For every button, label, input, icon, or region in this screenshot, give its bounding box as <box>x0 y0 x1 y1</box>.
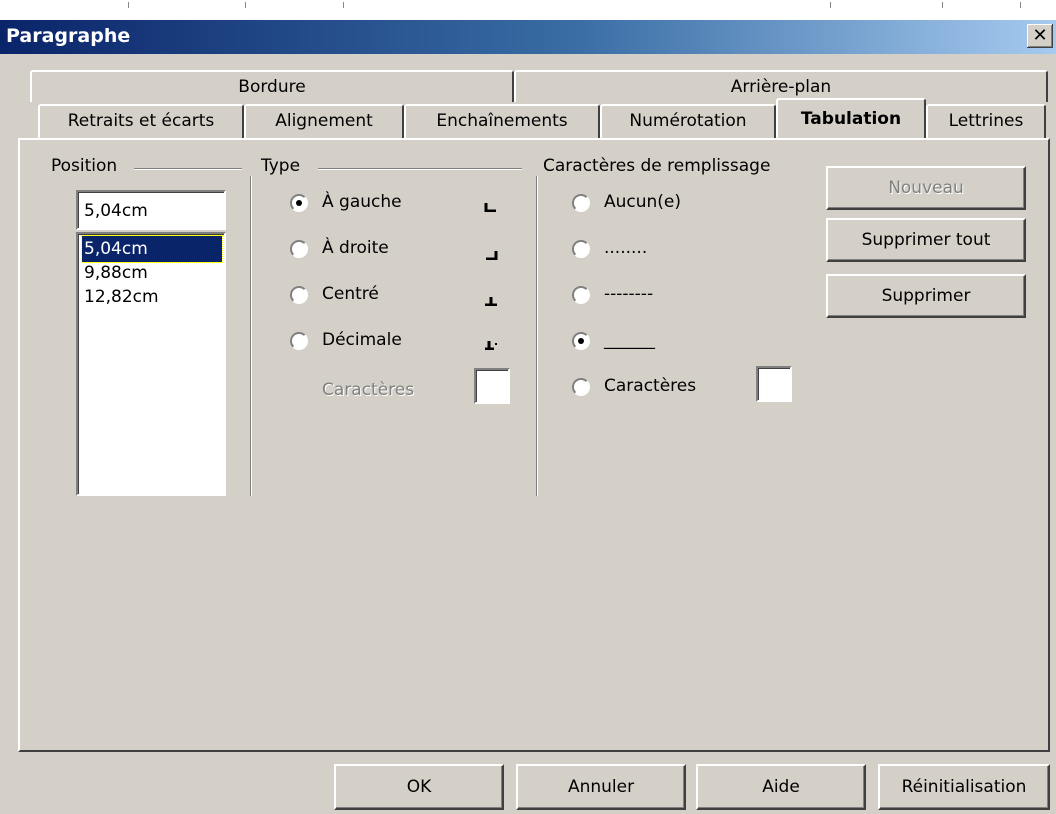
ruler-tick <box>830 2 831 8</box>
button-label: Supprimer tout <box>861 230 991 250</box>
tab-bordure[interactable]: Bordure <box>30 70 514 102</box>
fill-none-label[interactable]: Aucun(e) <box>604 192 681 212</box>
ruler-tick <box>245 2 246 8</box>
group-separator <box>250 176 252 496</box>
fill-dots-label[interactable]: ........ <box>604 238 647 258</box>
close-button[interactable]: ✕ <box>1027 24 1053 48</box>
title-bar: Paragraphe ✕ <box>0 20 1056 54</box>
button-label: Réinitialisation <box>901 777 1027 797</box>
tab-label: Alignement <box>275 111 373 131</box>
ruler-tick <box>128 2 129 8</box>
delete-all-button[interactable]: Supprimer tout <box>826 218 1026 262</box>
button-label: OK <box>406 777 432 797</box>
tab-left-icon <box>484 203 496 212</box>
position-list[interactable]: 5,04cm 9,88cm 12,82cm <box>76 232 226 496</box>
cancel-button[interactable]: Annuler <box>516 764 686 810</box>
ruler-tick <box>942 2 943 8</box>
tab-decimal-icon <box>485 341 497 350</box>
button-label: Nouveau <box>888 178 964 198</box>
tab-label: Numérotation <box>629 111 747 131</box>
position-input-value: 5,04cm <box>84 201 148 221</box>
tab-label: Bordure <box>238 77 306 97</box>
group-separator <box>318 168 522 170</box>
fill-underline-label[interactable]: ______ <box>604 330 655 350</box>
fill-chars-label[interactable]: Caractères <box>604 376 696 396</box>
tab-lettrines[interactable]: Lettrines <box>926 104 1046 138</box>
position-input[interactable]: 5,04cm <box>76 190 226 230</box>
button-label: Annuler <box>567 777 635 797</box>
ruler-tick <box>1020 2 1021 8</box>
group-separator <box>134 168 242 170</box>
close-icon: ✕ <box>1032 25 1048 46</box>
tab-label: Retraits et écarts <box>67 111 215 131</box>
background-strip <box>0 0 1056 20</box>
type-group-label: Type <box>258 156 304 176</box>
fill-dashes-radio[interactable] <box>572 286 590 304</box>
position-group-label: Position <box>48 156 121 176</box>
type-chars-label: Caractères <box>322 380 415 400</box>
reset-button[interactable]: Réinitialisation <box>878 764 1050 810</box>
fill-dashes-label[interactable]: -------- <box>604 284 653 304</box>
fill-underline-radio[interactable] <box>572 332 590 350</box>
type-right-radio[interactable] <box>290 240 308 258</box>
ruler-tick <box>343 2 344 8</box>
button-label: Aide <box>762 777 800 797</box>
fill-chars-input[interactable] <box>756 366 792 402</box>
tab-enchainements[interactable]: Enchaînements <box>404 104 600 138</box>
fill-dots-radio[interactable] <box>572 240 590 258</box>
type-chars-input[interactable] <box>474 368 510 404</box>
list-item[interactable]: 5,04cm <box>81 235 223 263</box>
tab-center-icon <box>485 297 497 306</box>
tab-numerotation[interactable]: Numérotation <box>600 104 776 138</box>
type-decimal-radio[interactable] <box>290 332 308 350</box>
help-button[interactable]: Aide <box>696 764 866 810</box>
tab-retraits-et-ecarts[interactable]: Retraits et écarts <box>38 104 244 138</box>
tab-label: Enchaînements <box>436 111 568 131</box>
ok-button[interactable]: OK <box>334 764 504 810</box>
tab-label: Arrière-plan <box>730 77 832 97</box>
button-label: Supprimer <box>881 286 971 306</box>
tab-tabulation[interactable]: Tabulation <box>776 98 926 138</box>
type-left-radio[interactable] <box>290 194 308 212</box>
tab-label: Tabulation <box>800 109 902 129</box>
tab-label: Lettrines <box>948 111 1024 131</box>
group-separator <box>536 176 538 496</box>
type-left-label[interactable]: À gauche <box>322 192 402 212</box>
fill-none-radio[interactable] <box>572 194 590 212</box>
type-center-radio[interactable] <box>290 286 308 304</box>
list-item[interactable]: 9,88cm <box>82 260 222 286</box>
list-item[interactable]: 12,82cm <box>82 284 222 310</box>
delete-button[interactable]: Supprimer <box>826 274 1026 318</box>
type-right-label[interactable]: À droite <box>322 238 389 258</box>
tab-right-icon <box>486 251 498 260</box>
tab-alignement[interactable]: Alignement <box>244 104 404 138</box>
new-button[interactable]: Nouveau <box>826 166 1026 210</box>
type-center-label[interactable]: Centré <box>322 284 379 304</box>
window-title: Paragraphe <box>6 25 131 47</box>
fill-group-label: Caractères de remplissage <box>540 156 774 176</box>
type-decimal-label[interactable]: Décimale <box>322 330 402 350</box>
fill-chars-radio[interactable] <box>572 378 590 396</box>
